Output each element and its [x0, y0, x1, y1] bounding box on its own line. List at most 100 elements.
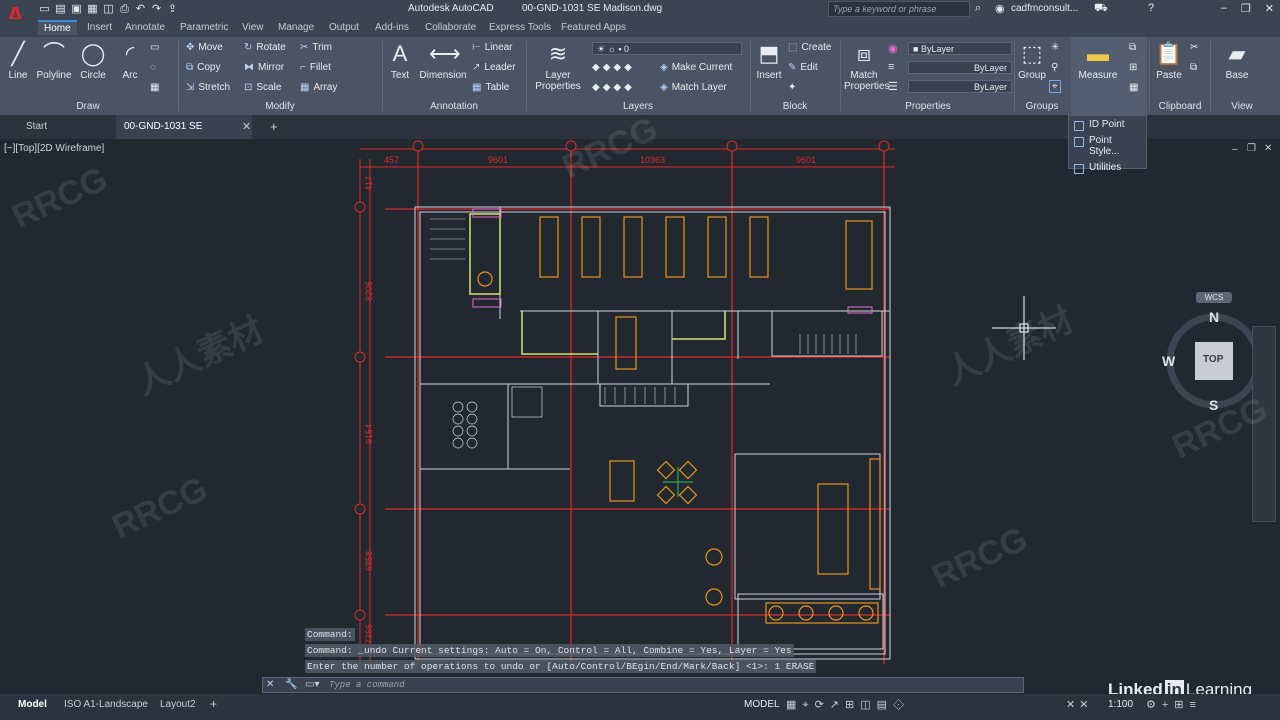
tab-start[interactable]: Start	[18, 115, 126, 139]
hatch-icon[interactable]: ◌	[150, 62, 156, 73]
layer-dropdown[interactable]: ☀ ☼ ▪ 0	[592, 42, 742, 55]
tab-document[interactable]: 00-GND-1031 SE Madison*	[116, 115, 252, 156]
ungroup-icon[interactable]: ✳	[1051, 42, 1059, 53]
match-layer-button[interactable]: ◈ Match Layer	[660, 82, 727, 93]
leader-button[interactable]: ↗ Leader	[472, 62, 516, 73]
undo-icon[interactable]: ↶	[134, 3, 147, 16]
compass-west[interactable]: W	[1162, 353, 1175, 369]
add-layout-icon[interactable]: +	[210, 697, 217, 711]
select-all-icon[interactable]: ⊞	[1129, 62, 1137, 73]
command-input[interactable]: Type a command	[329, 680, 405, 690]
open-folder-icon[interactable]: ▤	[54, 3, 67, 16]
tab-parametric[interactable]: Parametric	[180, 22, 228, 33]
calculator-icon[interactable]: ▦	[1129, 82, 1138, 93]
circle-button[interactable]: ◯ Circle	[78, 40, 108, 81]
paste-button[interactable]: 📋 Paste	[1154, 40, 1184, 81]
model-space-button[interactable]: MODEL	[744, 699, 780, 710]
lineweight-icon[interactable]: ☰	[888, 80, 898, 93]
line-button[interactable]: ╱ Line	[4, 40, 32, 81]
view-panel-label[interactable]: View	[1212, 101, 1272, 112]
color-dropdown[interactable]: ■ ByLayer	[908, 42, 1012, 55]
tab-view[interactable]: View	[242, 22, 264, 33]
tab-annotate[interactable]: Annotate	[125, 22, 165, 33]
groups-panel-label[interactable]: Groups	[1015, 101, 1069, 112]
annotation-tools-icon[interactable]: ✕✕	[1066, 698, 1092, 711]
drawing-viewport[interactable]: [−][Top][2D Wireframe] – ❐ ✕ 457 9601 10…	[0, 110, 1280, 692]
viewcube-top[interactable]: TOP	[1203, 354, 1223, 365]
dimension-button[interactable]: ⟷ Dimension	[418, 40, 468, 81]
fillet-button[interactable]: ⌐ Fillet	[300, 62, 331, 73]
annotation-panel-label[interactable]: Annotation	[384, 101, 524, 112]
close-cmd-icon[interactable]: ✕	[266, 679, 274, 690]
modify-panel-label[interactable]: Modify	[180, 101, 380, 112]
user-icon[interactable]: ◉	[995, 2, 1005, 15]
properties-panel-label[interactable]: Properties	[842, 101, 1014, 112]
drafting-aids-icon[interactable]: ▦⌖⟳↗⊞◫▤⟐	[786, 698, 910, 712]
command-line[interactable]: ✕ 🔧 ▭▾ Type a command	[262, 677, 1024, 693]
match-properties-button[interactable]: ⧈ Match Properties	[844, 40, 890, 92]
base-button[interactable]: ▰ Base	[1220, 40, 1254, 81]
array-button[interactable]: ▦ Array	[300, 82, 337, 93]
maximize-icon[interactable]: ❐	[1241, 2, 1251, 15]
quick-select-icon[interactable]: ⧉	[1129, 42, 1136, 53]
arc-button[interactable]: ◜ Arc	[116, 40, 144, 81]
table-button[interactable]: ▦ Table	[472, 82, 509, 93]
layout-tab-layout2[interactable]: Layout2	[160, 699, 196, 710]
menu-item-utilities[interactable]: Utilities	[1069, 159, 1146, 175]
menu-item-point-style[interactable]: Point Style...	[1069, 132, 1146, 159]
block-panel-label[interactable]: Block	[752, 101, 838, 112]
share-icon[interactable]: ⇪	[166, 3, 179, 16]
edit-block-button[interactable]: ✎ Edit	[788, 62, 818, 73]
draw-panel-label[interactable]: Draw	[0, 101, 176, 112]
help-icon[interactable]: ?	[1148, 2, 1154, 14]
text-button[interactable]: A Text	[386, 40, 414, 81]
create-block-button[interactable]: ⬚ Create	[788, 42, 831, 53]
lineweight-dropdown[interactable]: ByLayer	[908, 80, 1012, 93]
scale-button[interactable]: ⊡ Scale	[244, 82, 281, 93]
tab-output[interactable]: Output	[329, 22, 359, 33]
mirror-button[interactable]: ⧓ Mirror	[244, 62, 284, 73]
recent-commands-icon[interactable]: ▭▾	[305, 679, 319, 690]
tab-home[interactable]: Home	[38, 20, 77, 35]
layer-properties-button[interactable]: ≋ Layer Properties	[532, 40, 584, 92]
customize-icon[interactable]: 🔧	[285, 679, 297, 690]
trim-button[interactable]: ✂ Trim	[300, 42, 332, 53]
measure-button[interactable]: ▬ Measure	[1075, 40, 1121, 81]
layer-tools-icon[interactable]: ◆◆◆◆	[592, 62, 635, 73]
cart-icon[interactable]: ⛟	[1094, 2, 1108, 16]
id-point-icon[interactable]: ⌖	[1049, 80, 1061, 93]
redo-icon[interactable]: ↷	[150, 3, 163, 16]
open-web-icon[interactable]: ◫	[102, 3, 115, 16]
annotation-scale[interactable]: 1:100	[1108, 699, 1133, 710]
stretch-button[interactable]: ⇲ Stretch	[186, 82, 230, 93]
rectangle-icon[interactable]: ▭	[150, 42, 159, 53]
cut-icon[interactable]: ✂	[1190, 42, 1198, 53]
save-as-icon[interactable]: ▦	[86, 3, 99, 16]
copy-button[interactable]: ⧉ Copy	[186, 62, 221, 73]
workspace-icon[interactable]: ⚙+⊞≡	[1146, 698, 1202, 711]
linear-button[interactable]: ⊢ Linear	[472, 42, 513, 53]
plot-icon[interactable]: ⎙	[118, 3, 131, 16]
tab-manage[interactable]: Manage	[278, 22, 314, 33]
polyline-button[interactable]: ⌒ Polyline	[34, 40, 74, 81]
tab-collaborate[interactable]: Collaborate	[425, 22, 476, 33]
menu-item-id-point[interactable]: ID Point	[1069, 116, 1146, 132]
layout-tab-model[interactable]: Model	[18, 699, 47, 710]
tab-express-tools[interactable]: Express Tools	[489, 22, 551, 33]
minimize-icon[interactable]: –	[1221, 2, 1227, 15]
linetype-icon[interactable]: ≡	[888, 61, 894, 73]
clipboard-panel-label[interactable]: Clipboard	[1150, 101, 1210, 112]
search-icon[interactable]: ⌕	[975, 2, 981, 15]
compass-north[interactable]: N	[1209, 309, 1219, 325]
layout-tab-iso-a1[interactable]: ISO A1-Landscape	[64, 699, 148, 710]
group-button[interactable]: ⬚ Group	[1015, 40, 1049, 81]
color-wheel-icon[interactable]: ◉	[888, 42, 898, 55]
layers-panel-label[interactable]: Layers	[528, 101, 748, 112]
insert-button[interactable]: ⬒ Insert	[754, 40, 784, 81]
move-button[interactable]: ✥ Move	[186, 42, 223, 53]
copy-clip-icon[interactable]: ⧉	[1190, 62, 1197, 73]
search-input[interactable]: Type a keyword or phrase	[828, 1, 970, 17]
new-tab-icon[interactable]: +	[270, 119, 278, 134]
save-icon[interactable]: ▣	[70, 3, 83, 16]
floor-plan[interactable]: 457 9601 10363 9601 417 8206 9154 6858 7…	[0, 139, 1280, 692]
